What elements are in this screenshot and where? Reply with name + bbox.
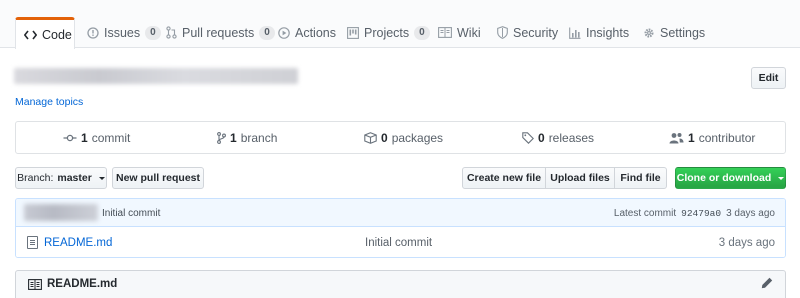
packages-label: packages — [391, 130, 444, 145]
tab-insights[interactable]: Insights — [561, 17, 637, 48]
tab-wiki[interactable]: Wiki — [430, 17, 489, 48]
latest-commit-info: Latest commit 92479a0 3 days ago — [614, 199, 775, 227]
tab-security[interactable]: Security — [489, 17, 566, 48]
table-row: README.md Initial commit 3 days ago — [16, 227, 785, 257]
releases-label: releases — [548, 130, 595, 145]
book-icon — [28, 278, 42, 290]
packages-count: 0 — [381, 130, 388, 145]
clone-or-download-button[interactable]: Clone or download — [675, 167, 786, 189]
contributors-count: 1 — [688, 130, 695, 145]
branch-name: master — [57, 172, 92, 184]
releases-count: 0 — [538, 130, 545, 145]
file-commit-message-link[interactable]: Initial commit — [365, 227, 432, 257]
branch-select-button[interactable]: Branch: master — [15, 167, 107, 189]
packages-link[interactable]: 0 packages — [364, 122, 443, 153]
branches-count: 1 — [230, 130, 237, 145]
repo-summary: 1 commit 1 branch 0 packages 0 releases … — [15, 121, 786, 154]
issue-icon — [87, 26, 99, 39]
tab-pull-requests[interactable]: Pull requests 0 — [158, 17, 283, 48]
contributors-link[interactable]: 1 contributor — [669, 122, 755, 153]
book-icon — [438, 27, 452, 38]
file-age: 3 days ago — [718, 236, 775, 249]
find-file-button[interactable]: Find file — [614, 167, 667, 189]
file-table: Initial commit Latest commit 92479a0 3 d… — [15, 198, 786, 258]
avatar-redacted — [24, 204, 98, 221]
repo-nav: Code Issues 0 Pull requests 0 Actions Pr… — [0, 0, 800, 49]
latest-commit-message[interactable]: Initial commit — [102, 199, 160, 227]
shield-icon — [497, 26, 508, 39]
upload-files-button[interactable]: Upload files — [545, 167, 615, 189]
pull-request-icon — [166, 26, 177, 39]
repo-description-redacted — [14, 68, 298, 84]
tab-label: Projects — [364, 25, 410, 40]
manage-topics-link[interactable]: Manage topics — [15, 96, 83, 108]
file-actions-group: Create new file Upload files Find file — [462, 167, 667, 189]
chevron-down-icon — [98, 176, 105, 180]
tag-icon — [522, 131, 534, 144]
new-pull-request-button[interactable]: New pull request — [112, 167, 204, 189]
people-icon — [669, 132, 684, 144]
tab-label: Security — [513, 25, 559, 40]
commits-label: commit — [91, 130, 131, 145]
file-name-link[interactable]: README.md — [44, 227, 112, 257]
project-counter: 0 — [414, 25, 430, 40]
tab-label: Code — [42, 27, 72, 42]
commits-link[interactable]: 1 commit — [63, 122, 130, 153]
readme-title: README.md — [47, 278, 118, 290]
tab-label: Insights — [586, 25, 630, 40]
edit-description-button[interactable]: Edit — [751, 67, 786, 89]
branches-label: branch — [240, 130, 278, 145]
tab-projects[interactable]: Projects 0 — [339, 17, 438, 48]
branch-icon — [217, 131, 226, 144]
releases-link[interactable]: 0 releases — [522, 122, 594, 153]
package-icon — [364, 131, 377, 144]
play-icon — [278, 26, 290, 39]
readme-box: README.md — [15, 270, 786, 298]
tab-label: Pull requests — [182, 25, 255, 40]
readme-header: README.md — [28, 271, 117, 297]
tab-label: Settings — [660, 25, 706, 40]
commit-icon — [63, 133, 77, 143]
graph-icon — [569, 27, 581, 39]
project-icon — [347, 26, 359, 39]
contributors-label: contributor — [698, 130, 756, 145]
commit-tease: Initial commit Latest commit 92479a0 3 d… — [16, 199, 785, 227]
tab-issues[interactable]: Issues 0 — [79, 17, 169, 48]
file-icon — [27, 236, 38, 249]
code-icon — [24, 29, 37, 41]
branch-prefix: Branch: — [17, 172, 54, 184]
latest-commit-label: Latest commit — [613, 207, 677, 219]
create-new-file-button[interactable]: Create new file — [462, 167, 546, 189]
chevron-down-icon — [778, 176, 785, 180]
tab-actions[interactable]: Actions — [270, 17, 344, 48]
branches-link[interactable]: 1 branch — [217, 122, 277, 153]
tab-label: Actions — [295, 25, 336, 40]
tab-settings[interactable]: Settings — [635, 17, 713, 48]
commits-count: 1 — [81, 130, 88, 145]
tab-code[interactable]: Code — [15, 17, 75, 49]
gear-icon — [643, 27, 655, 39]
clone-label: Clone or download — [676, 172, 772, 184]
tab-label: Wiki — [457, 25, 481, 40]
commit-age: 3 days ago — [726, 207, 775, 219]
commit-sha-link[interactable]: 92479a0 — [681, 208, 721, 219]
tab-label: Issues — [104, 25, 141, 40]
pencil-icon[interactable] — [761, 277, 773, 289]
